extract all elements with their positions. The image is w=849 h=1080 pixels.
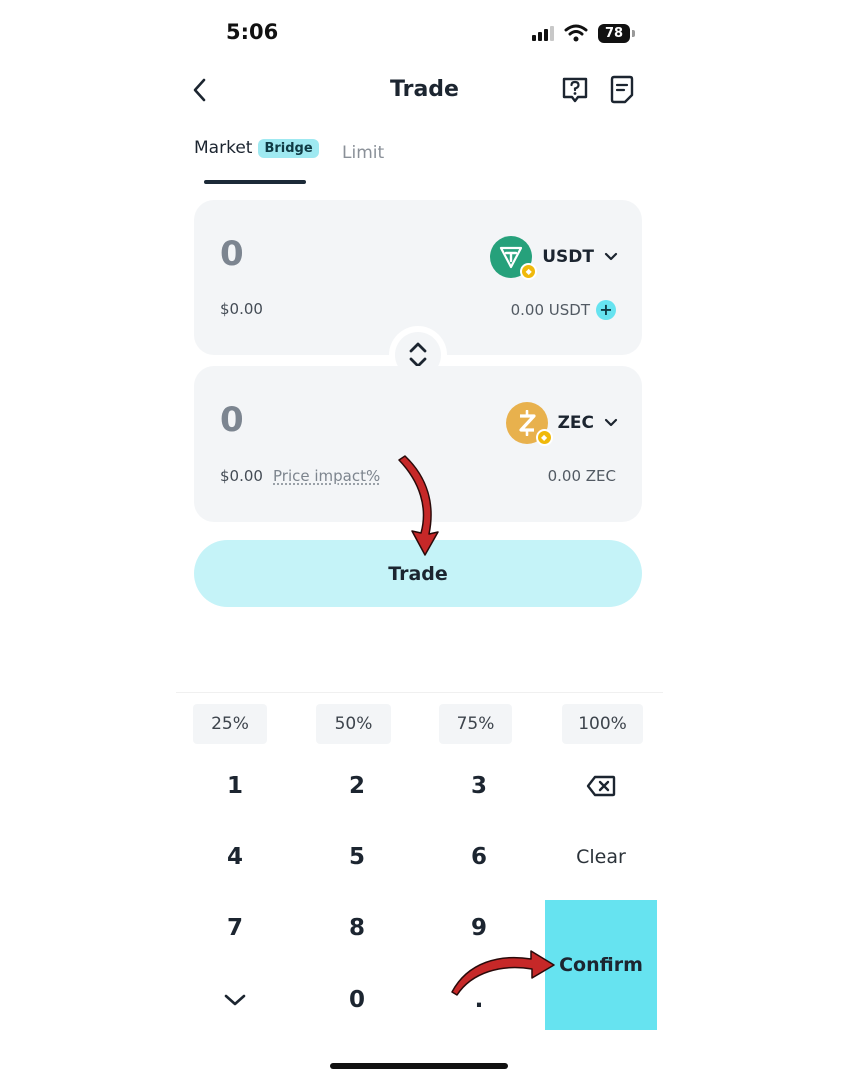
plus-icon[interactable]: + <box>596 300 616 320</box>
percent-50-button[interactable]: 50% <box>316 704 391 744</box>
to-amount-output: 0 <box>220 400 244 440</box>
to-balance-text: 0.00 ZEC <box>547 467 616 485</box>
bridge-badge: Bridge <box>258 138 319 158</box>
wifi-icon <box>564 24 588 42</box>
order-history-icon <box>610 75 634 104</box>
trade-button[interactable]: Trade <box>194 540 642 607</box>
to-balance: 0.00 ZEC <box>548 467 616 485</box>
percent-25-button[interactable]: 25% <box>193 704 267 744</box>
tab-market[interactable]: Market Bridge <box>194 138 319 158</box>
battery-level: 78 <box>598 23 630 43</box>
key-1[interactable]: 1 <box>180 758 290 814</box>
bnb-chain-icon: ◆ <box>520 263 538 280</box>
help-icon <box>562 77 588 103</box>
home-indicator <box>330 1063 508 1069</box>
status-icons: 78 <box>532 22 635 44</box>
help-button[interactable] <box>559 74 591 106</box>
tab-limit[interactable]: Limit <box>342 143 384 163</box>
zec-token-icon: ◆ <box>505 402 553 446</box>
order-history-button[interactable] <box>606 74 638 106</box>
key-0[interactable]: 0 <box>302 972 412 1028</box>
signal-icon <box>532 25 554 41</box>
active-tab-indicator <box>204 180 306 184</box>
from-token-selector[interactable]: ◆ USDT <box>490 236 618 280</box>
battery-icon: 78 <box>598 23 635 43</box>
key-7[interactable]: 7 <box>180 900 290 956</box>
from-fiat-value: $0.00 <box>220 300 263 318</box>
from-balance-text: 0.00 USDT <box>510 301 590 319</box>
status-time: 5:06 <box>226 20 279 44</box>
backspace-icon <box>586 775 616 797</box>
collapse-keyboard-icon <box>224 994 246 1006</box>
tab-market-label: Market <box>194 138 253 158</box>
key-5[interactable]: 5 <box>302 829 412 885</box>
to-token-selector[interactable]: ◆ ZEC <box>505 402 618 446</box>
bnb-chain-icon: ◆ <box>535 429 553 446</box>
chevron-down-icon <box>604 252 618 261</box>
usdt-token-icon: ◆ <box>490 236 538 280</box>
clear-button[interactable]: Clear <box>546 829 656 885</box>
to-token-name: ZEC <box>557 413 594 433</box>
collapse-keyboard-button[interactable] <box>180 972 290 1028</box>
key-decimal[interactable]: . <box>424 972 534 1028</box>
chevron-down-icon <box>604 418 618 427</box>
key-6[interactable]: 6 <box>424 829 534 885</box>
key-8[interactable]: 8 <box>302 900 412 956</box>
percent-100-button[interactable]: 100% <box>562 704 643 744</box>
from-amount-input[interactable]: 0 <box>220 234 244 274</box>
key-4[interactable]: 4 <box>180 829 290 885</box>
backspace-button[interactable] <box>546 758 656 814</box>
key-3[interactable]: 3 <box>424 758 534 814</box>
to-fiat-value: $0.00 <box>220 467 263 485</box>
from-balance: 0.00 USDT + <box>511 300 616 320</box>
from-token-name: USDT <box>542 247 594 267</box>
key-9[interactable]: 9 <box>424 900 534 956</box>
keypad-divider <box>176 692 663 693</box>
key-2[interactable]: 2 <box>302 758 412 814</box>
price-impact-link[interactable]: Price impact% <box>273 467 380 485</box>
to-token-card: 0 ◆ ZEC $0.00 Price impact% 0.00 ZEC <box>194 366 642 522</box>
confirm-button[interactable]: Confirm <box>545 900 657 1030</box>
page-title: Trade <box>390 77 459 102</box>
percent-75-button[interactable]: 75% <box>439 704 512 744</box>
